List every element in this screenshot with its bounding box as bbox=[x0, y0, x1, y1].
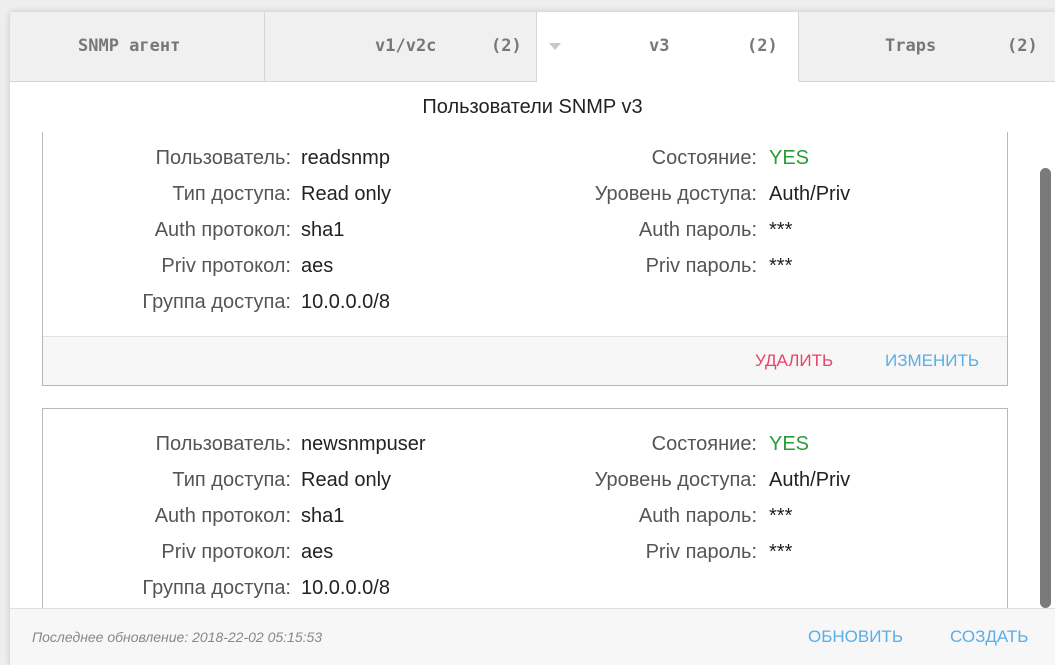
snmp-panel: SNMP агент v1/v2c (2) v3 (2) Traps (2) П… bbox=[10, 12, 1055, 665]
access-type-label: Тип доступа: bbox=[172, 183, 291, 205]
tab-count: (2) bbox=[1007, 36, 1038, 56]
last-update-text: Последнее обновление: 2018-22-02 05:15:5… bbox=[32, 629, 323, 645]
access-group-label: Группа доступа: bbox=[142, 291, 291, 313]
tab-count: (2) bbox=[747, 36, 778, 56]
user-value: readsnmp bbox=[301, 147, 390, 169]
priv-password-label: Priv пароль: bbox=[645, 255, 757, 277]
access-level-value: Auth/Priv bbox=[769, 469, 851, 491]
priv-password-label: Priv пароль: bbox=[645, 541, 757, 563]
access-group-label: Группа доступа: bbox=[142, 577, 291, 599]
create-button[interactable]: СОЗДАТЬ bbox=[950, 627, 1028, 647]
access-level-value: Auth/Priv bbox=[769, 183, 851, 205]
tab-label: v3 bbox=[649, 36, 670, 56]
chevron-down-icon[interactable] bbox=[549, 43, 561, 50]
auth-password-value: *** bbox=[769, 505, 793, 527]
scrollbar-thumb[interactable] bbox=[1040, 168, 1051, 608]
edit-button[interactable]: ИЗМЕНИТЬ bbox=[885, 351, 979, 371]
priv-password-value: *** bbox=[769, 541, 793, 563]
access-type-value: Read only bbox=[301, 469, 392, 491]
tab-v1v2c[interactable]: v1/v2c (2) bbox=[265, 12, 537, 82]
priv-password-value: *** bbox=[769, 255, 793, 277]
user-value: newsnmpuser bbox=[301, 433, 426, 455]
access-level-label: Уровень доступа: bbox=[594, 183, 757, 205]
priv-protocol-label: Priv протокол: bbox=[161, 255, 291, 277]
state-label: Состояние: bbox=[651, 147, 757, 169]
user-label: Пользователь: bbox=[155, 433, 291, 455]
auth-protocol-value: sha1 bbox=[301, 219, 345, 241]
tab-count: (2) bbox=[491, 36, 522, 56]
delete-button[interactable]: УДАЛИТЬ bbox=[755, 351, 833, 371]
user-card: Пользователь: readsnmp Тип доступа: Read… bbox=[42, 132, 1008, 386]
user-label: Пользователь: bbox=[155, 147, 291, 169]
state-value: YES bbox=[769, 433, 810, 455]
section-title: Пользователи SNMP v3 bbox=[422, 96, 643, 118]
refresh-button[interactable]: ОБНОВИТЬ bbox=[808, 627, 903, 647]
auth-password-value: *** bbox=[769, 219, 793, 241]
tab-traps[interactable]: Traps (2) bbox=[799, 12, 1055, 82]
state-value: YES bbox=[769, 147, 810, 169]
scrollbar[interactable] bbox=[1035, 132, 1055, 608]
tab-v3[interactable]: v3 (2) bbox=[537, 12, 799, 82]
auth-protocol-value: sha1 bbox=[301, 505, 345, 527]
tab-label: Traps bbox=[885, 36, 937, 56]
card-actions: УДАЛИТЬ ИЗМЕНИТЬ bbox=[43, 336, 1007, 385]
tab-label: v1/v2c bbox=[375, 36, 437, 56]
panel-footer: Последнее обновление: 2018-22-02 05:15:5… bbox=[10, 608, 1055, 665]
auth-protocol-label: Auth протокол: bbox=[154, 505, 291, 527]
access-type-label: Тип доступа: bbox=[172, 469, 291, 491]
auth-password-label: Auth пароль: bbox=[638, 219, 757, 241]
tab-snmp-agent[interactable]: SNMP агент bbox=[10, 12, 265, 82]
state-label: Состояние: bbox=[651, 433, 757, 455]
users-list[interactable]: Пользователь: readsnmp Тип доступа: Read… bbox=[10, 132, 1055, 608]
tab-bar: SNMP агент v1/v2c (2) v3 (2) Traps (2) bbox=[10, 12, 1055, 82]
access-type-value: Read only bbox=[301, 183, 392, 205]
auth-password-label: Auth пароль: bbox=[638, 505, 757, 527]
tab-label: SNMP агент bbox=[78, 36, 181, 56]
priv-protocol-value: aes bbox=[301, 255, 334, 277]
access-level-label: Уровень доступа: bbox=[594, 469, 757, 491]
auth-protocol-label: Auth протокол: bbox=[154, 219, 291, 241]
access-group-value: 10.0.0.0/8 bbox=[301, 577, 390, 599]
priv-protocol-value: aes bbox=[301, 541, 334, 563]
access-group-value: 10.0.0.0/8 bbox=[301, 291, 390, 313]
user-card: Пользователь: newsnmpuser Тип доступа: R… bbox=[42, 408, 1008, 608]
priv-protocol-label: Priv протокол: bbox=[161, 541, 291, 563]
